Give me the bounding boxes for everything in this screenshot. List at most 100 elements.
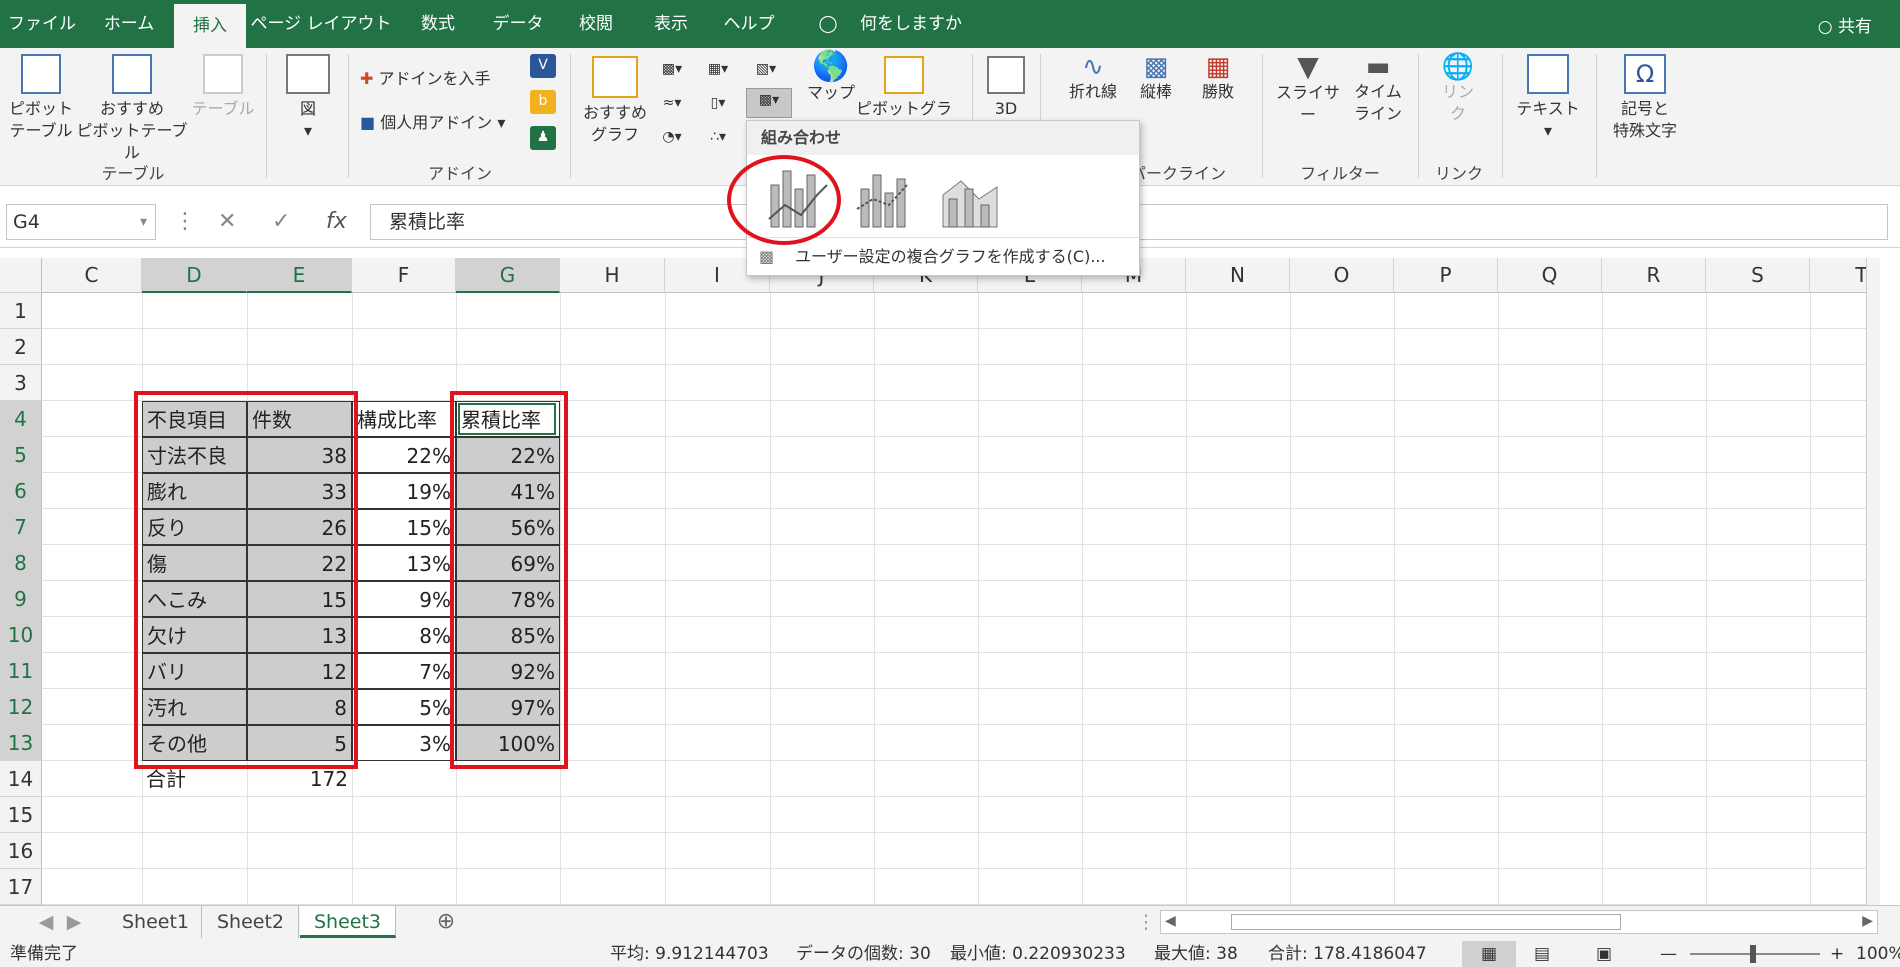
zoom-slider-thumb[interactable] xyxy=(1750,945,1756,963)
tell-me-search[interactable]: 何をしますか xyxy=(846,0,976,48)
name-box[interactable]: G4 xyxy=(6,204,156,240)
combo-chart-button[interactable]: ▩▾ xyxy=(746,88,792,118)
select-all-corner[interactable] xyxy=(0,258,42,293)
column-header[interactable]: E xyxy=(247,258,352,293)
row-header[interactable]: 17 xyxy=(0,869,42,905)
row-header[interactable]: 9 xyxy=(0,581,42,617)
row-header[interactable]: 12 xyxy=(0,689,42,725)
tab-page-layout[interactable]: ページ レイアウト xyxy=(246,0,396,48)
waterfall-chart-button[interactable]: ▧▾ xyxy=(748,58,784,80)
column-header[interactable]: F xyxy=(352,258,456,293)
composition-ratio-cell[interactable]: 5% xyxy=(352,689,456,725)
row-header[interactable]: 8 xyxy=(0,545,42,581)
tab-insert[interactable]: 挿入 xyxy=(174,4,246,48)
people-graph-icon[interactable]: ♟ xyxy=(530,126,556,150)
worksheet-grid[interactable]: CDEFGHIJKLMNOPQRST1234567891011121314151… xyxy=(0,258,1880,905)
row-header[interactable]: 5 xyxy=(0,437,42,473)
row-header[interactable]: 1 xyxy=(0,293,42,329)
composition-ratio-cell[interactable]: 8% xyxy=(352,617,456,653)
pie-chart-button[interactable]: ◔▾ xyxy=(654,126,690,148)
composition-ratio-cell[interactable]: 9% xyxy=(352,581,456,617)
row-header[interactable]: 6 xyxy=(0,473,42,509)
vertical-scrollbar[interactable] xyxy=(1866,258,1880,905)
sparkline-column-button[interactable]: ▩ 縦棒 xyxy=(1128,54,1184,103)
add-sheet-icon[interactable]: ⊕ xyxy=(430,906,462,938)
recommended-charts-button[interactable]: おすすめ グラフ xyxy=(580,56,650,146)
row-header[interactable]: 10 xyxy=(0,617,42,653)
enter-icon[interactable]: ✓ xyxy=(272,204,290,240)
column-header[interactable]: G xyxy=(456,258,560,293)
pivot-table-button[interactable]: ピボット テーブル xyxy=(8,54,74,142)
tab-review[interactable]: 校閲 xyxy=(556,0,636,48)
zoom-slider[interactable] xyxy=(1690,945,1820,963)
column-header[interactable]: D xyxy=(142,258,247,293)
custom-combo-chart-link[interactable]: ▩ ユーザー設定の複合グラフを作成する(C)... xyxy=(747,237,1139,275)
tab-data[interactable]: データ xyxy=(480,0,556,48)
row-header[interactable]: 11 xyxy=(0,653,42,689)
combo-column-line-secondary-icon[interactable] xyxy=(856,174,908,228)
line-chart-button[interactable]: ≈▾ xyxy=(654,92,690,114)
link-button[interactable]: 🌐 リン ク xyxy=(1428,54,1488,125)
bing-icon[interactable]: b xyxy=(530,90,556,114)
combo-stacked-area-column-icon[interactable] xyxy=(942,180,998,228)
sheet-tab-sheet1[interactable]: Sheet1 xyxy=(110,906,202,938)
normal-view-icon[interactable]: ▦ xyxy=(1462,941,1516,967)
composition-ratio-cell[interactable]: 7% xyxy=(352,653,456,689)
table-button[interactable]: テーブル xyxy=(190,54,256,120)
tab-formulas[interactable]: 数式 xyxy=(396,0,480,48)
visio-icon[interactable]: V xyxy=(530,54,556,78)
column-chart-button[interactable]: ▩▾ xyxy=(654,58,690,80)
tab-view[interactable]: 表示 xyxy=(636,0,706,48)
tab-home[interactable]: ホーム xyxy=(84,0,174,48)
cancel-icon[interactable]: ✕ xyxy=(218,204,236,240)
scatter-chart-button[interactable]: ∴▾ xyxy=(700,126,736,148)
composition-ratio-cell[interactable]: 13% xyxy=(352,545,456,581)
row-header[interactable]: 2 xyxy=(0,329,42,365)
insert-function-icon[interactable]: fx xyxy=(326,204,347,240)
row-header[interactable]: 7 xyxy=(0,509,42,545)
page-break-view-icon[interactable]: ▣ xyxy=(1596,941,1612,967)
get-addins-button[interactable]: ✚ アドインを入手 xyxy=(360,68,500,90)
timeline-button[interactable]: ▬ タイム ライン xyxy=(1350,54,1406,125)
column-header[interactable]: P xyxy=(1394,258,1498,293)
statistic-chart-button[interactable]: ▯▾ xyxy=(700,92,736,114)
page-layout-view-icon[interactable]: ▤ xyxy=(1534,941,1550,967)
maps-button[interactable]: 🌎 マップ xyxy=(800,52,862,104)
horizontal-scrollbar[interactable]: ◀ ▶ xyxy=(1160,910,1878,934)
sheet-tab-sheet2[interactable]: Sheet2 xyxy=(203,906,299,938)
row-header[interactable]: 13 xyxy=(0,725,42,761)
recommended-pivot-button[interactable]: おすすめ ピボットテーブル xyxy=(76,54,188,164)
tab-file[interactable]: ファイル xyxy=(0,0,84,48)
column-header[interactable]: R xyxy=(1602,258,1706,293)
text-button[interactable]: テキスト ▾ xyxy=(1510,54,1586,142)
chevron-down-icon[interactable]: ▾ xyxy=(140,204,147,240)
share-button[interactable]: ○ 共有 xyxy=(1818,12,1872,37)
tab-help[interactable]: ヘルプ xyxy=(706,0,792,48)
row-header[interactable]: 16 xyxy=(0,833,42,869)
composition-ratio-cell[interactable]: 3% xyxy=(352,725,456,761)
scrollbar-thumb[interactable] xyxy=(1231,914,1621,930)
zoom-out-icon[interactable]: — xyxy=(1660,941,1677,967)
sparkline-winloss-button[interactable]: ▦ 勝敗 xyxy=(1190,54,1246,103)
illustrations-button[interactable]: 図 ▾ xyxy=(280,54,336,142)
row-header[interactable]: 14 xyxy=(0,761,42,797)
row-header[interactable]: 15 xyxy=(0,797,42,833)
row-header[interactable]: 4 xyxy=(0,401,42,437)
zoom-in-icon[interactable]: + xyxy=(1830,941,1844,967)
scroll-right-arrow-icon[interactable]: ▶ xyxy=(1862,913,1873,929)
hierarchy-chart-button[interactable]: ▦▾ xyxy=(700,58,736,80)
zoom-level[interactable]: 100% xyxy=(1856,941,1900,967)
my-addins-button[interactable]: ■ 個人用アドイン ▾ xyxy=(360,112,522,134)
composition-ratio-cell[interactable]: 19% xyxy=(352,473,456,509)
row-header[interactable]: 3 xyxy=(0,365,42,401)
sheet-tab-sheet3[interactable]: Sheet3 xyxy=(300,906,396,938)
header-cell-composition-ratio[interactable]: 構成比率 xyxy=(352,401,456,437)
column-header[interactable]: S xyxy=(1706,258,1810,293)
column-header[interactable]: O xyxy=(1290,258,1394,293)
composition-ratio-cell[interactable]: 15% xyxy=(352,509,456,545)
scroll-left-arrow-icon[interactable]: ◀ xyxy=(1165,913,1176,929)
symbols-button[interactable]: Ω 記号と 特殊文字 xyxy=(1600,54,1690,142)
3d-map-button[interactable]: 3D xyxy=(982,56,1030,120)
column-header[interactable]: C xyxy=(42,258,142,293)
composition-ratio-cell[interactable]: 22% xyxy=(352,437,456,473)
